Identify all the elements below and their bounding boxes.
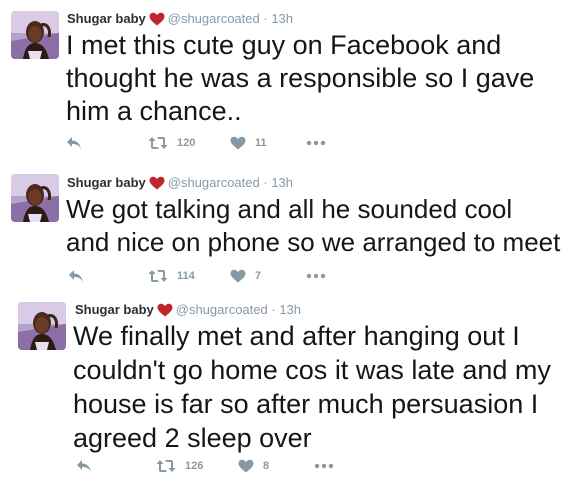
username-handle[interactable]: @shugarcoated bbox=[176, 302, 268, 317]
retweet-count: 120 bbox=[177, 137, 196, 149]
avatar[interactable] bbox=[18, 302, 66, 350]
tweet-1[interactable]: Shugar baby @shugarcoated · 13h I met thi… bbox=[0, 0, 577, 160]
timestamp[interactable]: 13h bbox=[271, 175, 293, 190]
reply-button[interactable] bbox=[68, 269, 84, 283]
tweet-actions: 120 11 bbox=[66, 136, 366, 156]
retweet-icon bbox=[148, 269, 168, 283]
tweet-actions: 126 8 bbox=[76, 459, 376, 479]
like-button[interactable]: 11 bbox=[230, 136, 267, 150]
timestamp[interactable]: 13h bbox=[279, 302, 301, 317]
like-count: 11 bbox=[255, 137, 267, 149]
like-button[interactable]: 7 bbox=[230, 269, 261, 283]
more-button[interactable] bbox=[306, 273, 326, 279]
separator-dot: · bbox=[263, 175, 268, 190]
username-handle[interactable]: @shugarcoated bbox=[168, 11, 260, 26]
more-button[interactable] bbox=[314, 463, 334, 469]
avatar-image bbox=[18, 302, 66, 350]
tweet-text-line: I met this cute guy on Facebook and bbox=[66, 30, 502, 60]
display-name[interactable]: Shugar baby bbox=[67, 11, 146, 26]
more-icon bbox=[306, 273, 326, 279]
red-heart-emoji bbox=[149, 176, 165, 190]
retweet-count: 126 bbox=[185, 460, 204, 472]
like-icon bbox=[238, 459, 254, 473]
more-icon bbox=[314, 463, 334, 469]
avatar-image bbox=[11, 174, 59, 222]
retweet-icon bbox=[156, 459, 176, 473]
retweet-icon bbox=[148, 136, 168, 150]
avatar-image bbox=[11, 11, 59, 59]
tweet-text: I met this cute guy on Facebook and thou… bbox=[66, 29, 534, 128]
reply-button[interactable] bbox=[76, 459, 92, 473]
separator-dot: · bbox=[271, 302, 276, 317]
tweet-2[interactable]: Shugar baby @shugarcoated · 13h We got ta… bbox=[0, 160, 577, 292]
timestamp[interactable]: 13h bbox=[271, 11, 293, 26]
username-handle[interactable]: @shugarcoated bbox=[168, 175, 260, 190]
tweet-header: Shugar baby @shugarcoated · 13h bbox=[67, 11, 293, 27]
tweet-text: We got talking and all he sounded cool a… bbox=[66, 193, 560, 259]
reply-icon bbox=[68, 269, 84, 283]
tweet-text-line: agreed 2 sleep over bbox=[73, 423, 312, 453]
tweet-3[interactable]: Shugar baby @shugarcoated · 13h We finall… bbox=[0, 292, 577, 483]
more-button[interactable] bbox=[306, 140, 326, 146]
like-button[interactable]: 8 bbox=[238, 459, 269, 473]
retweet-button[interactable]: 120 bbox=[148, 136, 195, 150]
tweet-actions: 114 7 bbox=[68, 269, 368, 289]
red-heart-emoji bbox=[157, 303, 173, 317]
avatar[interactable] bbox=[11, 174, 59, 222]
separator-dot: · bbox=[263, 11, 268, 26]
like-icon bbox=[230, 269, 246, 283]
reply-icon bbox=[76, 459, 92, 473]
tweet-text-line: house is far so after much persuasion I bbox=[73, 389, 539, 419]
tweet-text-line: couldn't go home cos it was late and my bbox=[73, 355, 551, 385]
tweet-header: Shugar baby @shugarcoated · 13h bbox=[67, 175, 293, 191]
tweet-text-line: thought he was a responsible so I gave bbox=[66, 63, 535, 93]
avatar[interactable] bbox=[11, 11, 59, 59]
reply-button[interactable] bbox=[66, 136, 82, 150]
like-icon bbox=[230, 136, 246, 150]
display-name[interactable]: Shugar baby bbox=[67, 175, 146, 190]
tweet-header: Shugar baby @shugarcoated · 13h bbox=[75, 302, 301, 318]
retweet-button[interactable]: 126 bbox=[156, 459, 203, 473]
like-count: 7 bbox=[255, 270, 262, 282]
retweet-count: 114 bbox=[177, 270, 195, 282]
tweet-text-line: and nice on phone so we arranged to meet bbox=[66, 227, 561, 257]
reply-icon bbox=[66, 136, 82, 150]
red-heart-emoji bbox=[149, 12, 165, 26]
tweet-text-line: We finally met and after hanging out I bbox=[73, 321, 520, 351]
display-name[interactable]: Shugar baby bbox=[75, 302, 154, 317]
tweet-text: We finally met and after hanging out I c… bbox=[73, 319, 551, 455]
more-icon bbox=[306, 140, 326, 146]
retweet-button[interactable]: 114 bbox=[148, 269, 195, 283]
like-count: 8 bbox=[263, 460, 270, 472]
tweet-text-line: We got talking and all he sounded cool bbox=[66, 194, 513, 224]
tweet-text-line: him a chance.. bbox=[66, 96, 242, 126]
